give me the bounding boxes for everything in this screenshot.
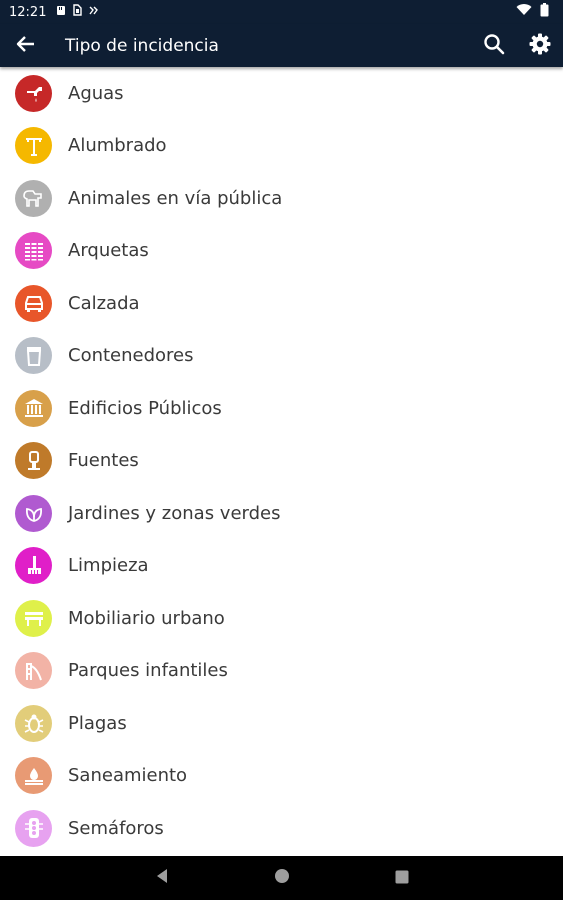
list-item-arquetas[interactable]: Arquetas xyxy=(0,225,563,278)
list-item-aguas[interactable]: Aguas xyxy=(0,67,563,120)
list-item-label: Edificios Públicos xyxy=(68,397,222,419)
list-item-contenedores[interactable]: Contenedores xyxy=(0,330,563,383)
list-item-edificios[interactable]: Edificios Públicos xyxy=(0,382,563,435)
list-item-label: Saneamiento xyxy=(68,765,188,787)
list-item-label: Calzada xyxy=(68,292,140,314)
list-item-limpieza[interactable]: Limpieza xyxy=(0,540,563,593)
dog-icon xyxy=(15,179,52,217)
list-item-animales[interactable]: Animales en vía pública xyxy=(0,172,563,225)
status-time: 12:21 xyxy=(9,4,47,20)
page-title: Tipo de incidencia xyxy=(65,35,219,56)
list-item-label: Parques infantiles xyxy=(68,660,228,682)
nav-recents-button[interactable] xyxy=(342,856,462,900)
nav-home-button[interactable] xyxy=(222,856,342,900)
building-icon xyxy=(15,389,52,427)
list-item-label: Semáforos xyxy=(68,817,164,839)
nav-back-button[interactable] xyxy=(102,856,222,900)
list-item-label: Mobiliario urbano xyxy=(68,607,225,629)
grate-icon xyxy=(15,232,52,270)
traffic-light-icon xyxy=(15,809,52,847)
list-item-calzada[interactable]: Calzada xyxy=(0,277,563,330)
wifi-icon xyxy=(516,4,532,20)
sim-icon xyxy=(72,4,83,20)
list-item-label: Jardines y zonas verdes xyxy=(68,502,281,524)
nav-back-icon xyxy=(155,868,169,888)
list-item-label: Aguas xyxy=(68,82,124,104)
app-bar: Tipo de incidencia xyxy=(0,24,563,67)
list-item-mobiliario[interactable]: Mobiliario urbano xyxy=(0,592,563,645)
nav-recents-icon xyxy=(395,869,409,888)
leaf-icon xyxy=(15,494,52,532)
nav-home-icon xyxy=(274,868,290,888)
list-item-fuentes[interactable]: Fuentes xyxy=(0,435,563,488)
nfc-icon xyxy=(88,5,99,20)
status-notification-icons xyxy=(56,4,99,20)
system-nav-bar xyxy=(0,856,563,900)
bug-icon xyxy=(15,704,52,742)
list-item-saneamiento[interactable]: Saneamiento xyxy=(0,750,563,803)
list-item-jardines[interactable]: Jardines y zonas verdes xyxy=(0,487,563,540)
list-item-label: Limpieza xyxy=(68,555,149,577)
fountain-icon xyxy=(15,442,52,480)
status-system-icons xyxy=(516,3,549,21)
list-item-alumbrado[interactable]: Alumbrado xyxy=(0,120,563,173)
category-list: Aguas Alumbrado Animales en vía pública … xyxy=(0,67,563,856)
back-arrow-icon xyxy=(16,34,36,58)
list-item-label: Arquetas xyxy=(68,240,149,262)
status-bar: 12:21 xyxy=(0,0,563,24)
settings-gear-icon xyxy=(528,32,552,60)
list-item-label: Alumbrado xyxy=(68,135,167,157)
bin-icon xyxy=(15,337,52,375)
streetlight-icon xyxy=(15,127,52,165)
faucet-icon xyxy=(15,74,52,112)
list-item-label: Contenedores xyxy=(68,345,194,367)
drain-icon xyxy=(15,757,52,795)
settings-button[interactable] xyxy=(517,24,563,67)
list-item-parques[interactable]: Parques infantiles xyxy=(0,645,563,698)
list-item-label: Fuentes xyxy=(68,450,139,472)
list-item-plagas[interactable]: Plagas xyxy=(0,697,563,750)
back-button[interactable] xyxy=(0,24,54,67)
car-icon xyxy=(15,284,52,322)
list-item-label: Animales en vía pública xyxy=(68,187,283,209)
broom-icon xyxy=(15,547,52,585)
slide-icon xyxy=(15,652,52,690)
list-item-semaforos[interactable]: Semáforos xyxy=(0,802,563,855)
card-icon xyxy=(56,5,66,20)
search-button[interactable] xyxy=(471,24,517,67)
list-item-label: Plagas xyxy=(68,712,127,734)
battery-icon xyxy=(540,3,549,21)
bench-icon xyxy=(15,599,52,637)
search-icon xyxy=(483,33,505,59)
